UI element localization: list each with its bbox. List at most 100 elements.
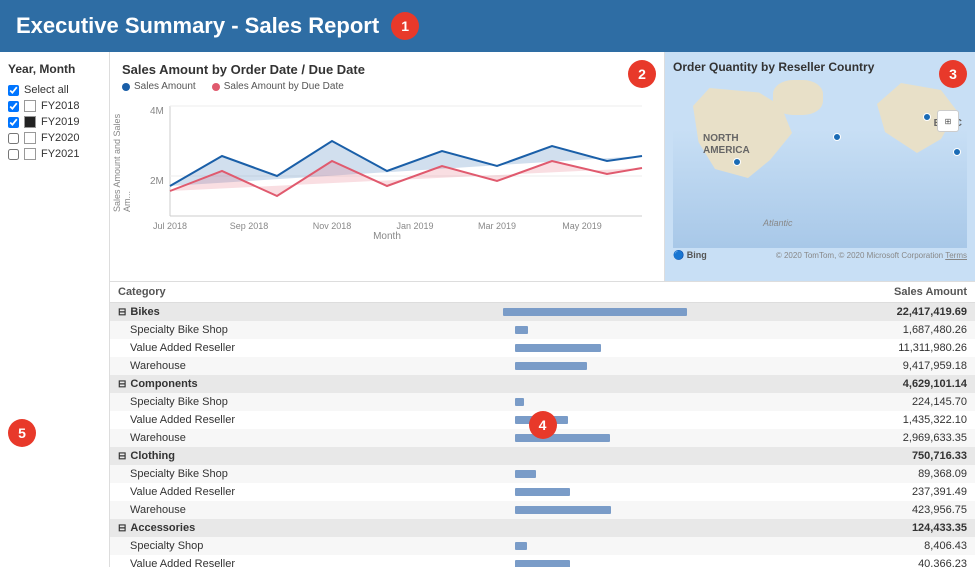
cell-bar [495,483,695,501]
map-terms-link[interactable]: Terms [945,251,967,260]
sidebar-checkbox-3[interactable] [8,133,19,144]
cell-bar [495,447,695,465]
map-zoom-button[interactable]: ⊞ [937,110,959,132]
legend-sales-amount: Sales Amount [122,81,196,92]
cell-bar [495,303,695,322]
table-row: Value Added Reseller40,366.23 [110,555,975,567]
table-row: ⊟Components4,629,101.14 [110,375,975,393]
sidebar: Year, Month Select allFY2018FY2019FY2020… [0,52,110,567]
svg-text:4M: 4M [150,106,164,117]
cell-bar [495,501,695,519]
cell-bar [495,339,695,357]
map-dot-4 [953,148,961,156]
cell-value: 1,687,480.26 [695,321,975,339]
map-copyright: © 2020 TomTom, © 2020 Microsoft Corporat… [776,251,967,260]
cell-label: Value Added Reseller [110,339,495,357]
legend-due-date: Sales Amount by Due Date [212,81,344,92]
badge-1: 1 [391,12,419,40]
map-area: NORTHAMERICA EURC Atlantic ⊞ [673,78,967,248]
badge-2: 2 [628,60,656,88]
charts-row: Sales Amount by Order Date / Due Date Sa… [110,52,975,282]
map-dot-2 [833,133,841,141]
map-label-atlantic: Atlantic [763,218,793,228]
table-row: ⊟Clothing 750,716.33 [110,447,975,465]
cell-bar [495,393,695,411]
cell-label: Value Added Reseller [110,483,495,501]
legend-dot-red [212,83,220,91]
svg-text:Jul 2018: Jul 2018 [153,221,187,231]
cell-value: 124,433.35 [695,519,975,537]
svg-text:Sep 2018: Sep 2018 [230,221,269,231]
table-row: ⊟Accessories 124,433.35 [110,519,975,537]
y-axis-label: Sales Amount and Sales Am... [112,112,132,212]
svg-text:Jan 2019: Jan 2019 [396,221,433,231]
page-title: Executive Summary - Sales Report [16,13,379,39]
table-row: Warehouse2,969,633.35 [110,429,975,447]
header: Executive Summary - Sales Report 1 [0,0,975,52]
sidebar-checkbox-2[interactable] [8,117,19,128]
cell-label: Warehouse [110,429,495,447]
sidebar-item-3[interactable]: FY2020 [8,130,101,146]
cell-bar [495,411,695,429]
sidebar-item-4[interactable]: FY2021 [8,146,101,162]
cell-value: 11,311,980.26 [695,339,975,357]
legend-dot-blue [122,83,130,91]
line-chart-title: Sales Amount by Order Date / Due Date [122,62,652,77]
cell-label: Specialty Shop [110,537,495,555]
cell-label: Value Added Reseller [110,555,495,567]
map-bg: NORTHAMERICA EURC Atlantic ⊞ [673,78,967,248]
sidebar-label-3: FY2020 [41,132,80,144]
table-row: Warehouse423,956.75 [110,501,975,519]
table-row: Warehouse9,417,959.18 [110,357,975,375]
sidebar-item-1[interactable]: FY2018 [8,98,101,114]
cell-value: 750,716.33 [695,447,975,465]
table-container: 4 Category Sales Amount ⊟Bikes22,417,419… [110,282,975,567]
cell-label: ⊟Clothing [110,447,495,465]
badge-3: 3 [939,60,967,88]
sales-table: Category Sales Amount ⊟Bikes22,417,419.6… [110,282,975,567]
cell-label: Value Added Reseller [110,411,495,429]
color-box-1 [24,100,36,112]
cell-value: 1,435,322.10 [695,411,975,429]
svg-text:Mar 2019: Mar 2019 [478,221,516,231]
sidebar-item-0[interactable]: Select all [8,82,101,98]
cell-label: Warehouse [110,501,495,519]
map-dot-1 [733,158,741,166]
cell-label: Specialty Bike Shop [110,321,495,339]
sidebar-checkbox-1[interactable] [8,101,19,112]
cell-value: 4,629,101.14 [695,375,975,393]
sidebar-label-1: FY2018 [41,100,80,112]
badge-5: 5 [8,419,36,447]
cell-value: 224,145.70 [695,393,975,411]
cell-bar [495,537,695,555]
map-container: Order Quantity by Reseller Country 3 NOR… [665,52,975,281]
table-row: Value Added Reseller 1,435,322.10 [110,411,975,429]
cell-label: ⊟Accessories [110,519,495,537]
cell-bar [495,465,695,483]
line-chart-svg: 4M 2M [122,96,652,236]
cell-value: 22,417,419.69 [695,303,975,322]
table-row: ⊟Bikes22,417,419.69 [110,303,975,322]
cell-value: 237,391.49 [695,483,975,501]
bing-logo: 🔵 Bing [673,250,707,261]
table-row: Value Added Reseller 237,391.49 [110,483,975,501]
cell-bar [495,375,695,393]
sidebar-item-2[interactable]: FY2019 [8,114,101,130]
svg-text:2M: 2M [150,176,164,187]
main-content: Year, Month Select allFY2018FY2019FY2020… [0,52,975,567]
cell-bar [495,519,695,537]
cell-label: Specialty Bike Shop [110,465,495,483]
table-row: Specialty Shop8,406.43 [110,537,975,555]
chart-legend: Sales Amount Sales Amount by Due Date [122,81,652,92]
cell-bar [495,429,695,447]
sidebar-checkbox-4[interactable] [8,149,19,160]
right-area: Sales Amount by Order Date / Due Date Sa… [110,52,975,567]
svg-text:May 2019: May 2019 [562,221,602,231]
cell-bar [495,357,695,375]
cell-value: 89,368.09 [695,465,975,483]
sidebar-label-2: FY2019 [41,116,80,128]
table-row: Specialty Bike Shop 1,687,480.26 [110,321,975,339]
col-header-category: Category [110,282,495,303]
legend-label-1: Sales Amount [134,81,196,92]
sidebar-checkbox-0[interactable] [8,85,19,96]
